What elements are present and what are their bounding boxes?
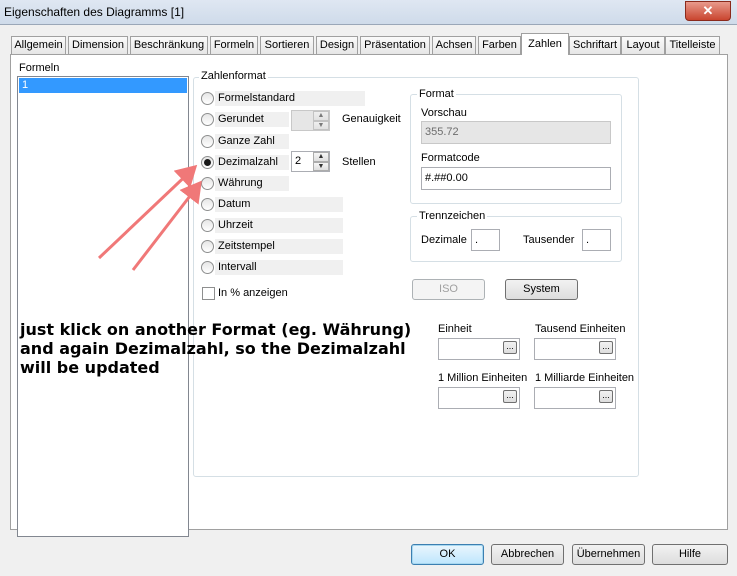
annotation-line: will be updated	[20, 358, 160, 377]
radio-button[interactable]	[201, 219, 214, 232]
tab-sortieren[interactable]: Sortieren	[260, 36, 314, 54]
radio-button[interactable]	[201, 177, 214, 190]
vorschau-field: 355.72	[421, 121, 611, 144]
annotation-line: and again Dezimalzahl, so the Dezimalzah…	[20, 339, 406, 358]
vorschau-label: Vorschau	[421, 107, 467, 119]
radio-label: Dezimalzahl	[218, 156, 278, 168]
format-title: Format	[417, 88, 456, 100]
tab-praesentation[interactable]: Präsentation	[360, 36, 430, 54]
tab-farben[interactable]: Farben	[478, 36, 521, 54]
stellen-down-icon[interactable]: ▼	[313, 162, 329, 171]
radio-button[interactable]	[201, 198, 214, 211]
apply-button[interactable]: Übernehmen	[572, 544, 645, 565]
radio-button[interactable]	[201, 240, 214, 253]
radio-label: Formelstandard	[218, 92, 296, 104]
einheit-input[interactable]: ...	[438, 338, 520, 360]
million-label: 1 Million Einheiten	[438, 372, 528, 384]
formatcode-input[interactable]: #.##0.00	[421, 167, 611, 190]
tab-titelleiste[interactable]: Titelleiste	[665, 36, 720, 54]
radio-label: Datum	[218, 198, 251, 210]
window-title: Eigenschaften des Diagramms [1]	[4, 5, 185, 19]
milliarde-label: 1 Milliarde Einheiten	[535, 372, 635, 384]
stellen-up-icon[interactable]: ▲	[313, 152, 329, 162]
radio-button[interactable]	[201, 113, 214, 126]
tausender-label: Tausender	[523, 234, 575, 246]
tausend-browse-button[interactable]: ...	[599, 341, 613, 354]
radio-button-checked[interactable]	[201, 156, 214, 169]
tausend-label: Tausend Einheiten	[535, 323, 626, 335]
genauigkeit-label: Genauigkeit	[342, 113, 401, 125]
radio-label: Ganze Zahl	[218, 135, 275, 147]
ok-button[interactable]: OK	[411, 544, 484, 565]
percent-checkbox[interactable]	[202, 287, 215, 300]
tab-beschraenkung[interactable]: Beschränkung	[130, 36, 208, 54]
tausender-input[interactable]: .	[582, 229, 611, 251]
radio-label: Gerundet	[218, 113, 264, 125]
milliarde-input[interactable]: ...	[534, 387, 616, 409]
tab-formeln[interactable]: Formeln	[210, 36, 258, 54]
annotation-line: just klick on another Format (eg. Währun…	[20, 320, 412, 339]
formeln-list-item[interactable]: 1	[19, 78, 187, 93]
trennzeichen-title: Trennzeichen	[417, 210, 488, 222]
radio-button[interactable]	[201, 135, 214, 148]
tab-dimension[interactable]: Dimension	[68, 36, 128, 54]
genauigkeit-down-icon[interactable]: ▼	[313, 121, 329, 130]
radio-button[interactable]	[201, 92, 214, 105]
tab-allgemein[interactable]: Allgemein	[11, 36, 66, 54]
radio-label: Intervall	[218, 261, 257, 273]
einheit-browse-button[interactable]: ...	[503, 341, 517, 354]
einheit-label: Einheit	[438, 323, 472, 335]
formeln-label: Formeln	[19, 62, 60, 74]
iso-button[interactable]: ISO	[412, 279, 485, 300]
million-input[interactable]: ...	[438, 387, 520, 409]
formeln-listbox[interactable]: 1	[17, 76, 189, 537]
cancel-button[interactable]: Abbrechen	[491, 544, 564, 565]
percent-label: In % anzeigen	[218, 287, 288, 299]
million-browse-button[interactable]: ...	[503, 390, 517, 403]
tab-schriftart[interactable]: Schriftart	[569, 36, 621, 54]
radio-label: Uhrzeit	[218, 219, 253, 231]
title-bar: Eigenschaften des Diagramms [1] ✕	[0, 0, 737, 25]
tab-design[interactable]: Design	[316, 36, 358, 54]
formatcode-label: Formatcode	[421, 152, 480, 164]
radio-label: Währung	[218, 177, 263, 189]
genauigkeit-up-icon[interactable]: ▲	[313, 111, 329, 121]
tab-zahlen[interactable]: Zahlen	[521, 33, 569, 55]
radio-label: Zeitstempel	[218, 240, 275, 252]
stellen-label: Stellen	[342, 156, 376, 168]
system-button[interactable]: System	[505, 279, 578, 300]
radio-button[interactable]	[201, 261, 214, 274]
tausend-input[interactable]: ...	[534, 338, 616, 360]
dezimale-label: Dezimale	[421, 234, 467, 246]
dezimale-input[interactable]: .	[471, 229, 500, 251]
zahlenformat-title: Zahlenformat	[199, 70, 268, 82]
help-button[interactable]: Hilfe	[652, 544, 728, 565]
annotation-note: just klick on another Format (eg. Währun…	[20, 320, 420, 377]
tab-achsen[interactable]: Achsen	[432, 36, 476, 54]
close-button[interactable]: ✕	[685, 1, 731, 21]
milliarde-browse-button[interactable]: ...	[599, 390, 613, 403]
tab-layout[interactable]: Layout	[621, 36, 665, 54]
